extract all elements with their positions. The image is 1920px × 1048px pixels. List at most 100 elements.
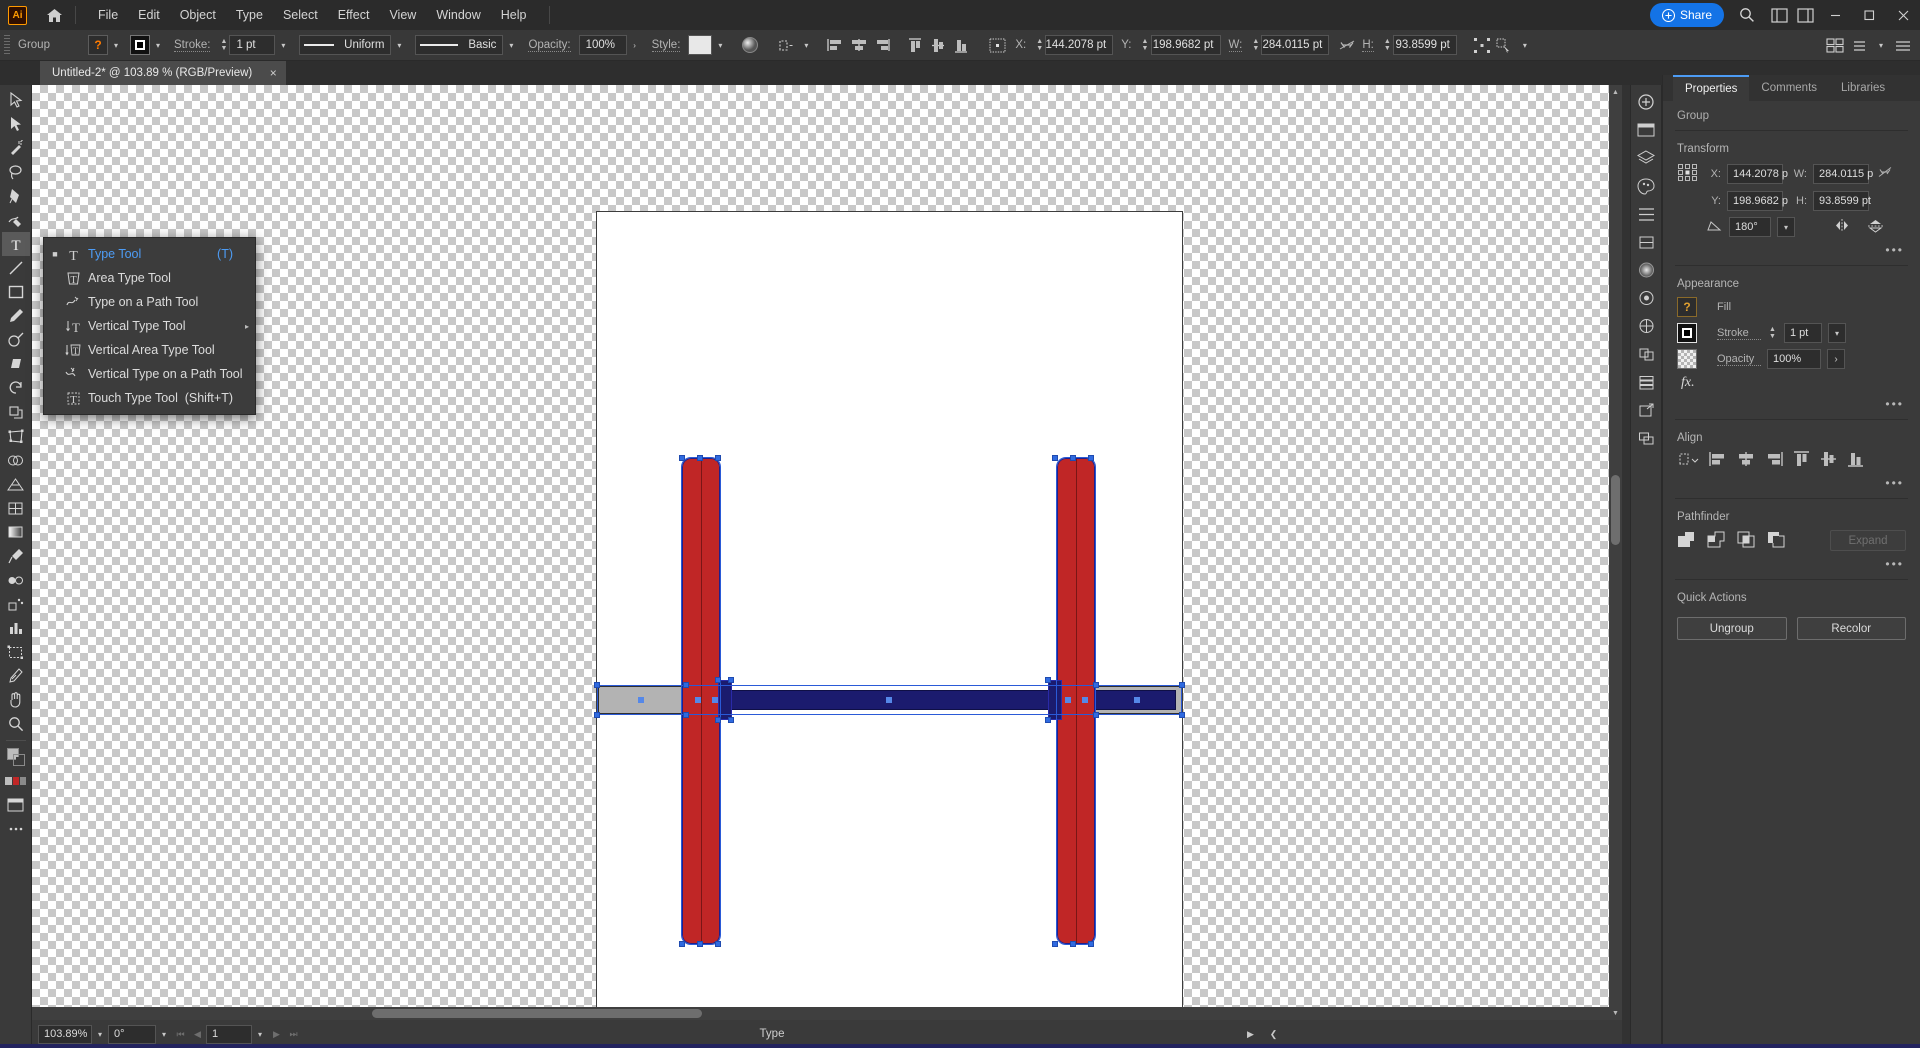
flyout-item-touch-type-tool[interactable]: T Touch Type Tool (Shift+T) — [44, 386, 255, 410]
menu-type[interactable]: Type — [226, 4, 273, 26]
x-field[interactable]: 144.2078 pt — [1045, 35, 1113, 55]
graphic-style-swatch[interactable] — [688, 35, 712, 55]
opacity-swatch[interactable] — [1677, 349, 1697, 369]
link-wh-icon[interactable] — [1877, 165, 1893, 182]
artboards-icon[interactable] — [1632, 424, 1660, 452]
first-artboard-icon[interactable]: ⏮ — [172, 1025, 189, 1044]
align-center-v-icon[interactable] — [1820, 451, 1837, 470]
x-field[interactable]: 144.2078 p — [1727, 164, 1783, 184]
menu-window[interactable]: Window — [426, 4, 490, 26]
pen-tool[interactable] — [2, 184, 30, 208]
align-top-icon[interactable] — [1793, 451, 1810, 470]
appearance-icon[interactable] — [1632, 312, 1660, 340]
slice-tool[interactable] — [2, 664, 30, 688]
w-stepper[interactable]: ▲▼ — [1250, 35, 1261, 55]
align-left-icon[interactable] — [824, 34, 847, 57]
lasso-tool[interactable] — [2, 160, 30, 184]
align-bottom-icon[interactable] — [1847, 451, 1864, 470]
stroke-weight-chevron-down-icon[interactable]: ▾ — [275, 35, 291, 55]
flyout-item-area-type-tool[interactable]: T Area Type Tool — [44, 266, 255, 290]
workspace-switcher-icon[interactable] — [1848, 34, 1871, 57]
rotation-angle-field[interactable]: 180° — [1729, 217, 1771, 237]
h-field[interactable]: 93.8599 pt — [1393, 35, 1457, 55]
type-tool[interactable]: T — [2, 232, 30, 256]
scale-tool[interactable] — [2, 400, 30, 424]
intersect-icon[interactable] — [1737, 531, 1755, 551]
menu-select[interactable]: Select — [273, 4, 328, 26]
opacity-expand-icon[interactable]: › — [627, 35, 643, 55]
transform-icon[interactable] — [775, 34, 798, 57]
flip-horizontal-icon[interactable] — [1833, 218, 1851, 236]
y-stepper[interactable]: ▲▼ — [1140, 35, 1151, 55]
align-bottom-icon[interactable] — [949, 34, 972, 57]
align-center-h-icon[interactable] — [1737, 451, 1755, 470]
align-more-options-icon[interactable]: ••• — [1663, 476, 1920, 496]
menu-help[interactable]: Help — [491, 4, 537, 26]
y-field[interactable]: 198.9682 p — [1727, 191, 1783, 211]
vertical-scroll-thumb[interactable] — [1611, 475, 1620, 545]
menu-object[interactable]: Object — [170, 4, 226, 26]
column-graph-tool[interactable] — [2, 616, 30, 640]
panel-menu-icon[interactable] — [1891, 34, 1914, 57]
pathfinder-panel-icon[interactable] — [1632, 340, 1660, 368]
vertical-scrollbar[interactable]: ▲ ▼ — [1609, 85, 1622, 1020]
drawing-modes-icon[interactable] — [2, 769, 30, 793]
h-stepper[interactable]: ▲▼ — [1382, 35, 1393, 55]
stroke-weight-chevron-down-icon[interactable]: ▾ — [1828, 323, 1846, 343]
menu-view[interactable]: View — [379, 4, 426, 26]
barbell-illustration[interactable] — [597, 212, 1182, 1020]
align-center-h-icon[interactable] — [847, 34, 870, 57]
fill-stroke-swatches[interactable] — [2, 745, 30, 769]
workspace-chevron-down-icon[interactable]: ▾ — [1873, 36, 1889, 56]
flyout-item-type-tool[interactable]: ■ T Type Tool (T) — [44, 242, 255, 266]
fill-swatch[interactable]: ? — [88, 35, 108, 55]
stroke-profile-combo[interactable]: Uniform — [299, 35, 391, 55]
minus-front-icon[interactable] — [1707, 531, 1725, 551]
stroke-weight-stepper[interactable]: ▲▼ — [218, 35, 229, 55]
align-to-selection-icon[interactable] — [1677, 451, 1699, 470]
layers-icon[interactable] — [1632, 368, 1660, 396]
close-icon[interactable]: × — [266, 66, 280, 80]
plate-right[interactable] — [1057, 458, 1095, 944]
transform-more-options-icon[interactable]: ••• — [1663, 243, 1920, 263]
collar-left[interactable] — [718, 680, 732, 720]
h-field[interactable]: 93.8599 pt — [1813, 191, 1869, 211]
hand-tool[interactable] — [2, 688, 30, 712]
flyout-item-type-on-a-path-tool[interactable]: Type on a Path Tool — [44, 290, 255, 314]
align-right-icon[interactable] — [870, 34, 893, 57]
properties-icon[interactable] — [1632, 88, 1660, 116]
more-tools-icon[interactable] — [2, 817, 30, 841]
perspective-grid-tool[interactable] — [2, 472, 30, 496]
align-center-v-icon[interactable] — [926, 34, 949, 57]
add-anchor-point-tool[interactable] — [2, 208, 30, 232]
zoom-level-field[interactable]: 103.89% — [38, 1025, 92, 1044]
reference-point-icon[interactable] — [986, 34, 1009, 57]
screen-mode-icon[interactable] — [2, 793, 30, 817]
style-chevron-down-icon[interactable]: ▾ — [712, 35, 728, 55]
w-field[interactable]: 284.0115 p — [1813, 164, 1869, 184]
rectangle-tool[interactable] — [2, 280, 30, 304]
recolor-button[interactable]: Recolor — [1797, 617, 1907, 640]
rotation-chevron-down-icon[interactable]: ▾ — [156, 1024, 172, 1044]
rotation-field[interactable]: 0° — [108, 1025, 156, 1044]
minimize-button[interactable] — [1818, 0, 1852, 30]
magic-wand-tool[interactable] — [2, 136, 30, 160]
brush-chevron-down-icon[interactable]: ▾ — [503, 35, 519, 55]
menu-edit[interactable]: Edit — [128, 4, 170, 26]
previous-artboard-icon[interactable]: ◀ — [189, 1025, 206, 1044]
rotate-tool[interactable] — [2, 376, 30, 400]
workspace-icon[interactable] — [1766, 2, 1792, 28]
share-button[interactable]: Share — [1650, 3, 1724, 27]
link-wh-icon[interactable] — [1335, 34, 1358, 57]
menu-file[interactable]: File — [88, 4, 128, 26]
align-right-icon[interactable] — [1765, 451, 1783, 470]
shape-expand-icon[interactable] — [1471, 34, 1494, 57]
shape-builder-tool[interactable] — [2, 448, 30, 472]
fx-label[interactable]: fx. — [1681, 375, 1695, 391]
barbell-shaft[interactable] — [721, 690, 1176, 710]
artboard-tool[interactable] — [2, 640, 30, 664]
fill-swatch[interactable]: ? — [1677, 297, 1697, 317]
brush-definition-combo[interactable]: Basic — [415, 35, 503, 55]
artboard-number-field[interactable]: 1 — [206, 1025, 252, 1044]
x-stepper[interactable]: ▲▼ — [1034, 35, 1045, 55]
